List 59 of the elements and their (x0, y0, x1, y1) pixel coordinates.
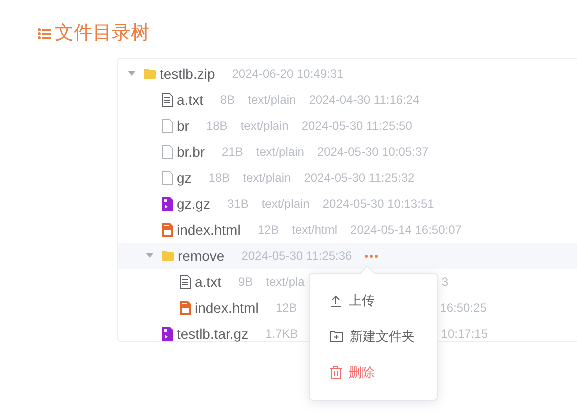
file-type: text/plain (248, 93, 296, 107)
file-type: text/html (292, 223, 338, 237)
file-size: 8B (220, 93, 236, 107)
modified-time: 2024-06-20 10:49:31 (232, 67, 344, 81)
file-type: text/plain (262, 197, 310, 211)
modified-time: 2024-05-30 11:25:36 (242, 249, 352, 263)
node-name[interactable]: a.txt (195, 274, 222, 290)
file-size: 18B (206, 119, 228, 133)
html-file-icon (180, 301, 191, 315)
text-file-icon (180, 275, 191, 289)
folder-plus-icon (330, 331, 344, 342)
modified-time: 16:50:25 (440, 301, 487, 315)
more-icon[interactable] (365, 254, 378, 258)
modified-time: 2024-05-30 11:25:50 (302, 119, 412, 133)
file-type: text/plain (256, 145, 304, 159)
file-size: 12B (276, 301, 298, 315)
node-name[interactable]: index.html (177, 222, 241, 238)
node-name[interactable]: br (177, 118, 190, 134)
html-file-icon (162, 223, 173, 237)
modified-time: 2024-05-30 10:05:37 (317, 145, 429, 159)
modified-time: 2024-05-14 16:50:07 (350, 223, 462, 237)
menu-item[interactable]: 上传 (310, 282, 438, 318)
file-size: 12B (258, 223, 280, 237)
folder-icon (162, 251, 174, 261)
page-title: 文件目录树 (55, 22, 150, 46)
node-name[interactable]: a.txt (177, 92, 204, 108)
node-name[interactable]: gz.gz (177, 196, 210, 212)
node-name[interactable]: br.br (177, 144, 206, 160)
modified-time: 10:17:15 (441, 327, 488, 341)
file-size: 9B (238, 275, 254, 289)
text-file-icon (162, 93, 173, 107)
menu-item[interactable]: 新建文件夹 (310, 318, 438, 354)
node-name[interactable]: index.html (195, 300, 259, 316)
node-name[interactable]: gz (177, 170, 192, 186)
trash-icon (330, 366, 342, 379)
node-name[interactable]: remove (178, 248, 225, 264)
modified-time: 2024-04-30 11:16:24 (309, 93, 420, 107)
node-name[interactable]: testlb.zip (160, 66, 216, 82)
caret-icon[interactable] (128, 71, 136, 77)
modified-time: 3 (442, 275, 449, 289)
file-size: 18B (208, 171, 230, 185)
archive-file-icon (162, 327, 173, 341)
file-size: 1.7KB (266, 327, 298, 341)
file-type: text/plain (240, 119, 289, 133)
archive-file-icon (162, 197, 173, 211)
file-icon (162, 145, 173, 159)
node-name[interactable]: testlb.tar.gz (177, 326, 249, 342)
file-type: text/pla (266, 275, 305, 289)
file-type: text/plain (243, 171, 292, 185)
list-icon (38, 28, 51, 40)
upload-icon (330, 294, 342, 306)
file-icon (162, 171, 173, 185)
modified-time: 2024-05-30 10:13:51 (322, 197, 434, 211)
file-size: 21B (222, 145, 244, 159)
file-icon (162, 119, 173, 133)
folder-icon (144, 69, 156, 79)
file-size: 31B (227, 197, 249, 211)
modified-time: 2024-05-30 11:25:32 (304, 171, 415, 185)
caret-icon[interactable] (146, 253, 154, 259)
